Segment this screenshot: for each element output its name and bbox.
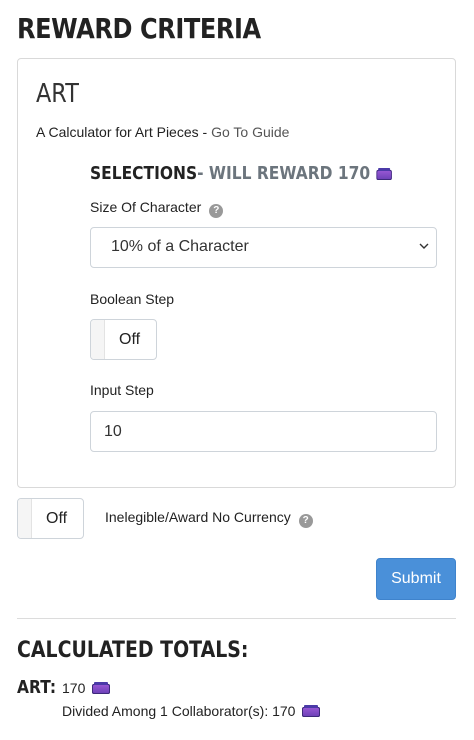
art-total-label: ART: [17, 677, 57, 698]
currency-icon [92, 682, 111, 694]
size-of-character-select[interactable]: 10% of a Character [90, 227, 437, 268]
art-total-amount: 170 [62, 680, 86, 696]
divided-amount-text: Divided Among 1 Collaborator(s): 170 [62, 703, 296, 719]
input-step-field[interactable]: 10 [90, 411, 437, 452]
selections-heading: SELECTIONS - WILL REWARD 170 [90, 163, 392, 184]
ineligible-label: Inelegible/Award No Currency? [105, 509, 313, 528]
divider [17, 618, 456, 619]
currency-icon [376, 167, 392, 180]
help-icon[interactable]: ? [209, 204, 224, 218]
ineligible-toggle-label: Off [46, 510, 68, 527]
chevron-down-icon [419, 243, 429, 249]
toggle-knob [18, 499, 32, 538]
art-calculator-card: ART A Calculator for Art Pieces - Go To … [17, 58, 456, 488]
boolean-step-toggle[interactable]: Off [90, 319, 157, 360]
divided-among-text: Divided Among 1 Collaborator(s): 170 [62, 703, 321, 719]
selections-title: SELECTIONS [90, 163, 198, 184]
reward-amount-text: - WILL REWARD 170 [197, 163, 371, 184]
art-total-value: 170 [62, 680, 111, 696]
boolean-step-label: Boolean Step [90, 291, 175, 307]
subtitle-text: A Calculator for Art Pieces [36, 124, 199, 140]
size-of-character-label: Size Of Character? [90, 199, 224, 218]
card-subtitle: A Calculator for Art Pieces - Go To Guid… [36, 124, 289, 140]
card-title: ART [36, 79, 79, 109]
ineligible-label-text: Inelegible/Award No Currency [105, 509, 291, 525]
page-title: REWARD CRITERIA [17, 12, 261, 45]
submit-button[interactable]: Submit [376, 558, 456, 600]
toggle-knob [91, 320, 105, 359]
calculated-totals-title: CALCULATED TOTALS: [17, 638, 249, 663]
input-step-label: Input Step [90, 382, 154, 398]
currency-icon [302, 705, 321, 717]
size-select-value: 10% of a Character [111, 238, 249, 255]
subtitle-separator: - [198, 124, 212, 140]
boolean-toggle-label: Off [119, 331, 141, 348]
help-icon[interactable]: ? [298, 514, 313, 528]
ineligible-toggle[interactable]: Off [17, 498, 84, 539]
input-step-value: 10 [104, 423, 122, 440]
guide-link[interactable]: Go To Guide [211, 124, 289, 140]
size-label-text: Size Of Character [90, 199, 202, 215]
